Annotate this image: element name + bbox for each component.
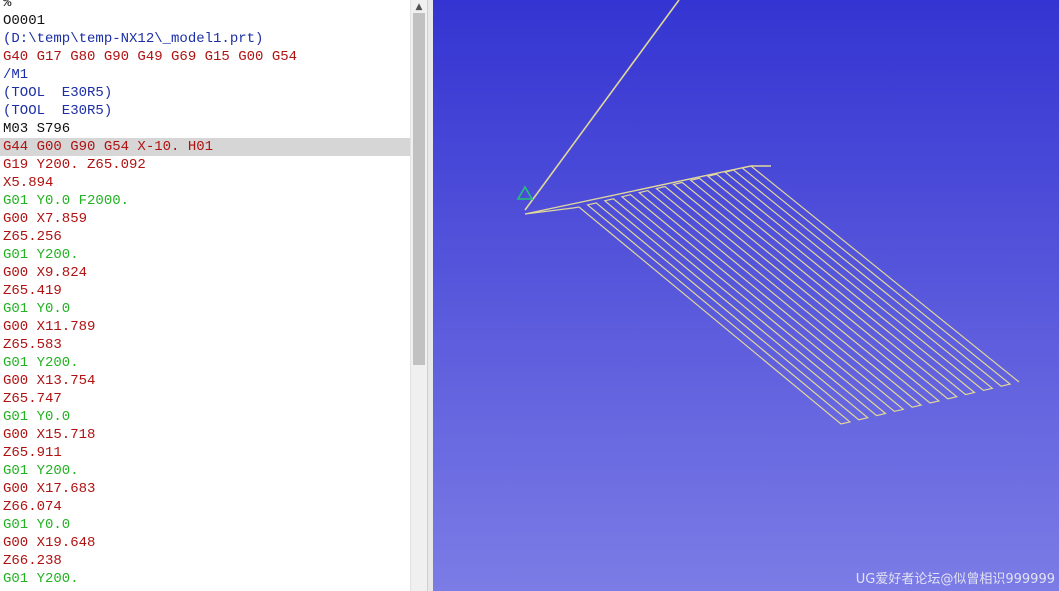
- watermark-text: UG爱好者论坛@似曾相识999999: [855, 572, 1055, 587]
- toolpath-passes: [524, 165, 1020, 425]
- nc-code-editor[interactable]: % O0001 (D:\temp\temp-NX12\_model1.prt) G40…: [0, 0, 410, 591]
- toolpath-3d-viewport[interactable]: UG爱好者论坛@似曾相识999999: [433, 0, 1059, 591]
- code-line[interactable]: G01 Y0.0: [0, 300, 410, 318]
- code-line[interactable]: G19 Y200. Z65.092: [0, 156, 410, 174]
- code-line[interactable]: G01 Y200.: [0, 246, 410, 264]
- code-line[interactable]: %: [0, 0, 410, 12]
- code-line[interactable]: G01 Y0.0: [0, 408, 410, 426]
- code-line[interactable]: (TOOL E30R5): [0, 84, 410, 102]
- code-line[interactable]: G01 Y200.: [0, 462, 410, 480]
- code-line[interactable]: Z65.747: [0, 390, 410, 408]
- code-line[interactable]: G00 X15.718: [0, 426, 410, 444]
- scroll-thumb[interactable]: [413, 13, 425, 365]
- code-line[interactable]: O0001: [0, 12, 410, 30]
- code-line[interactable]: X5.894: [0, 174, 410, 192]
- code-line[interactable]: (D:\temp\temp-NX12\_model1.prt): [0, 30, 410, 48]
- code-line-current[interactable]: G44 G00 G90 G54 X-10. H01: [0, 138, 410, 156]
- code-line[interactable]: Z65.583: [0, 336, 410, 354]
- code-line[interactable]: Z66.074: [0, 498, 410, 516]
- code-line[interactable]: G00 X13.754: [0, 372, 410, 390]
- toolpath-canvas: [516, 0, 1020, 425]
- editor-scrollbar[interactable]: ▲: [410, 0, 427, 591]
- code-line[interactable]: G00 X7.859: [0, 210, 410, 228]
- code-line[interactable]: G01 Y0.0 F2000.: [0, 192, 410, 210]
- code-line[interactable]: G00 X19.648: [0, 534, 410, 552]
- code-line[interactable]: G00 X9.824: [0, 264, 410, 282]
- code-line[interactable]: G01 Y200.: [0, 354, 410, 372]
- toolpath-zigzag: [524, 165, 1020, 425]
- rapid-approach-line: [524, 0, 680, 211]
- code-line[interactable]: /M1: [0, 66, 410, 84]
- code-line[interactable]: Z65.419: [0, 282, 410, 300]
- code-line[interactable]: Z65.256: [0, 228, 410, 246]
- code-line[interactable]: (TOOL E30R5): [0, 102, 410, 120]
- code-line[interactable]: G00 X11.789: [0, 318, 410, 336]
- code-line[interactable]: G40 G17 G80 G90 G49 G69 G15 G00 G54: [0, 48, 410, 66]
- start-point-marker-icon: [516, 185, 534, 200]
- code-line[interactable]: G00 X17.683: [0, 480, 410, 498]
- scroll-up-arrow-icon[interactable]: ▲: [411, 0, 427, 14]
- code-line[interactable]: M03 S796: [0, 120, 410, 138]
- code-line[interactable]: G01 Y200.: [0, 570, 410, 588]
- code-line[interactable]: G01 Y0.0: [0, 516, 410, 534]
- code-line[interactable]: Z66.238: [0, 552, 410, 570]
- code-line[interactable]: Z65.911: [0, 444, 410, 462]
